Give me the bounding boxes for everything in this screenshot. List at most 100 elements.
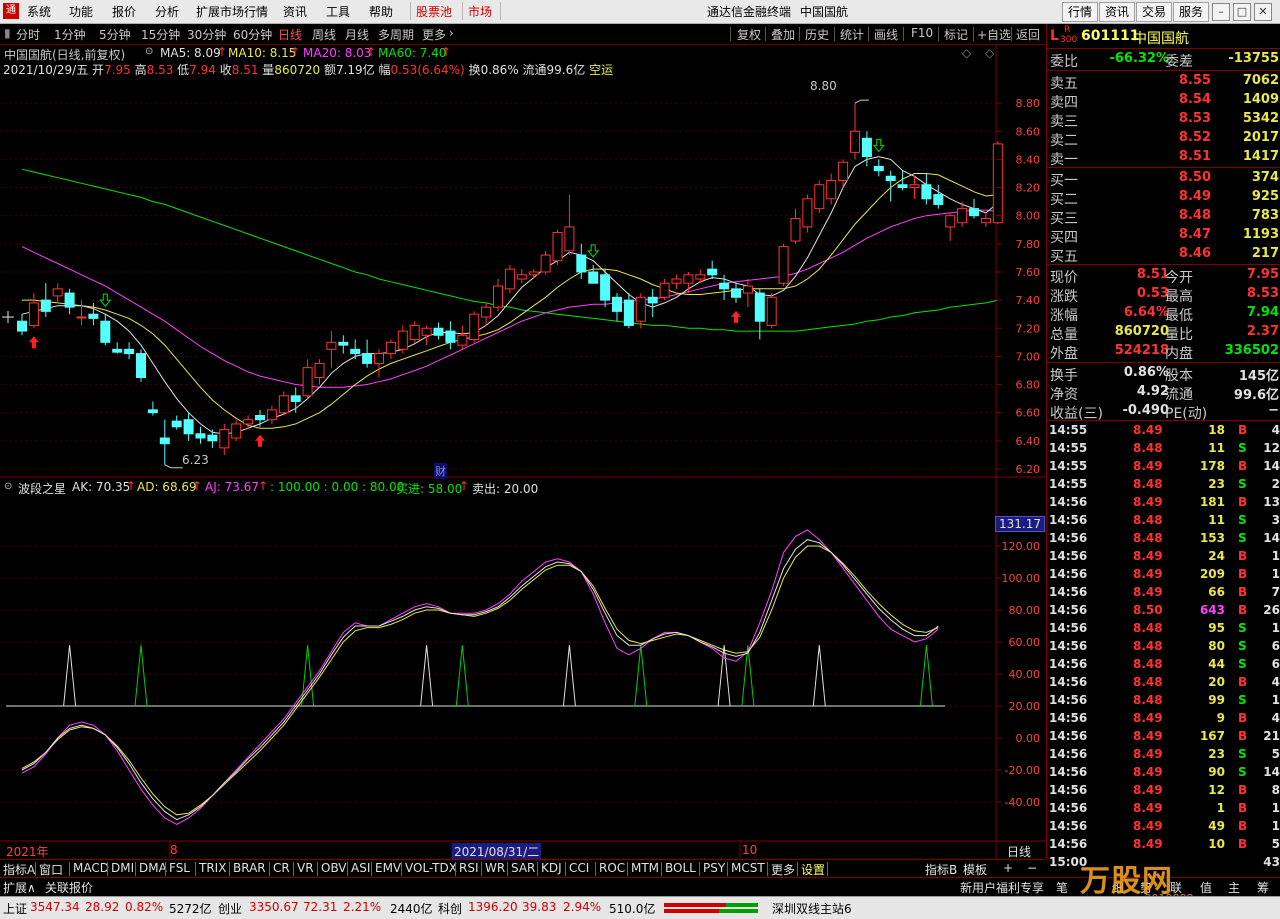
indicator-tab-17[interactable]: KDJ <box>541 861 562 875</box>
period-30min[interactable]: 30分钟 <box>187 26 226 43</box>
indicator-tab-18[interactable]: CCI <box>569 861 589 875</box>
overlay-button[interactable]: 叠加 <box>771 26 795 43</box>
chevron-down-icon[interactable]: ⊙ <box>4 481 12 492</box>
indicator-tab-25[interactable]: 设置 <box>801 861 825 878</box>
period-weekly[interactable]: 周线 <box>312 26 336 43</box>
ask-row[interactable]: 卖一 8.51 1417 <box>1047 148 1280 168</box>
indicator-tab-24[interactable]: 更多 <box>771 861 795 878</box>
menu-analysis[interactable]: 分析 <box>155 3 179 20</box>
cy-index-label[interactable]: 创业 <box>218 900 242 917</box>
price-axis-label: 7.00 <box>1016 350 1041 363</box>
menu-news[interactable]: 资讯 <box>283 3 307 20</box>
chart-mode-icon[interactable]: ▮ <box>4 26 11 40</box>
period-multi[interactable]: 多周期 <box>378 26 414 43</box>
menu-market[interactable]: 市场 <box>468 3 492 20</box>
indicator-tab-6[interactable]: TRIX <box>199 861 226 875</box>
indicator-tab-16[interactable]: SAR <box>511 861 535 875</box>
menu-help[interactable]: 帮助 <box>369 3 393 20</box>
new-user-offer-link[interactable]: 新用户福利专享 <box>960 879 1044 896</box>
indicator-tab-13[interactable]: VOL-TDX <box>405 861 457 875</box>
tab-service[interactable]: 服务 <box>1173 2 1209 22</box>
tab-main[interactable]: 主 <box>1228 879 1240 896</box>
indicator-tab-10[interactable]: OBV <box>321 861 347 875</box>
candlestick <box>885 170 896 202</box>
period-daily[interactable]: 日线 <box>278 26 302 43</box>
indicator-tab-8[interactable]: CR <box>273 861 290 875</box>
maximize-icon[interactable]: □ <box>1233 3 1251 21</box>
bid-row[interactable]: 买四 8.47 1193 <box>1047 226 1280 246</box>
period-5min[interactable]: 5分钟 <box>99 26 131 43</box>
candlestick <box>969 198 979 219</box>
bid-row[interactable]: 买三 8.48 783 <box>1047 207 1280 227</box>
indicator-tab-23[interactable]: MCST <box>731 861 765 875</box>
indicator-tab-22[interactable]: PSY <box>703 861 725 875</box>
add-favorite-button[interactable]: +自选 <box>977 26 1011 43</box>
indicator-tab-14[interactable]: RSI <box>459 861 479 875</box>
ask-row[interactable]: 卖三 8.53 5342 <box>1047 110 1280 130</box>
bid-row[interactable]: 买一 8.50 374 <box>1047 169 1280 189</box>
indicator-tab-5[interactable]: FSL <box>169 861 190 875</box>
indicator-tab-2[interactable]: MACD <box>73 861 109 875</box>
indicator-axis-label: 40.00 <box>1009 668 1041 681</box>
period-intraday[interactable]: 分时 <box>16 26 40 43</box>
indicator-tab-20[interactable]: MTM <box>631 861 659 875</box>
tab-chips[interactable]: 筹 <box>1257 879 1269 896</box>
row-price: 8.47 <box>1178 227 1211 242</box>
chevron-right-icon[interactable]: › <box>449 26 454 40</box>
menu-extended-market[interactable]: 扩展市场行情 <box>196 3 268 20</box>
history-button[interactable]: 历史 <box>805 26 829 43</box>
menu-quote[interactable]: 报价 <box>112 3 136 20</box>
indicator-tab-3[interactable]: DMI <box>111 861 134 875</box>
f10-button[interactable]: F10 <box>911 26 933 40</box>
tab-tick[interactable]: 笔 <box>1056 879 1068 896</box>
ask-row[interactable]: 卖五 8.55 7062 <box>1047 72 1280 92</box>
period-15min[interactable]: 15分钟 <box>141 26 180 43</box>
indicator-tab-4[interactable]: DMA <box>139 861 167 875</box>
tab-trade[interactable]: 交易 <box>1136 2 1172 22</box>
indicator-tab-11[interactable]: ASI <box>351 861 370 875</box>
bid-row[interactable]: 买二 8.49 925 <box>1047 188 1280 208</box>
draw-line-button[interactable]: 画线 <box>874 26 898 43</box>
minimize-icon[interactable]: – <box>1212 3 1230 21</box>
indicator-tab-15[interactable]: WR <box>485 861 505 875</box>
ask-row[interactable]: 卖二 8.52 2017 <box>1047 129 1280 149</box>
candle-body-up <box>302 367 313 397</box>
indicator-tab-9[interactable]: VR <box>297 861 314 875</box>
ma60-line <box>21 168 998 332</box>
kc-index-label[interactable]: 科创 <box>438 900 462 917</box>
server-name[interactable]: 深圳双线主站6 <box>772 900 852 917</box>
bid-row[interactable]: 买五 8.46 217 <box>1047 245 1280 265</box>
tab-news[interactable]: 资讯 <box>1099 2 1135 22</box>
statistics-button[interactable]: 统计 <box>840 26 864 43</box>
indicator-tab-12[interactable]: EMV <box>375 861 401 875</box>
expand-button[interactable]: 扩展∧ <box>3 879 36 896</box>
period-60min[interactable]: 60分钟 <box>233 26 272 43</box>
menu-system[interactable]: 系统 <box>27 3 51 20</box>
sh-index-label[interactable]: 上证 <box>3 900 27 917</box>
indicator-tab-21[interactable]: BOLL <box>665 861 696 875</box>
period-monthly[interactable]: 月线 <box>345 26 369 43</box>
tab-quote[interactable]: 行情 <box>1062 2 1098 22</box>
tick-row: 14:56 8.48 95 S 1 <box>1049 621 1280 635</box>
period-1min[interactable]: 1分钟 <box>54 26 86 43</box>
financial-marker[interactable]: 财 <box>434 463 447 479</box>
indicator-right-3[interactable]: − <box>1027 861 1037 875</box>
related-quote-tab[interactable]: 关联报价 <box>45 879 93 896</box>
indicator-right-2[interactable]: + <box>1003 861 1013 875</box>
indicator-tab-7[interactable]: BRAR <box>233 861 266 875</box>
mark-button[interactable]: 标记 <box>944 26 968 43</box>
indicator-tab-1[interactable]: 窗口 <box>39 861 63 878</box>
close-icon[interactable]: ✕ <box>1254 3 1272 21</box>
ask-row[interactable]: 卖四 8.54 1409 <box>1047 91 1280 111</box>
menu-function[interactable]: 功能 <box>69 3 93 20</box>
indicator-tab-0[interactable]: 指标A <box>3 861 35 878</box>
menu-stock-pool[interactable]: 股票池 <box>416 3 452 20</box>
back-button[interactable]: 返回 <box>1016 26 1040 43</box>
indicator-right-1[interactable]: 模板 <box>963 861 987 878</box>
indicator-right-0[interactable]: 指标B <box>925 861 957 878</box>
period-more[interactable]: 更多 <box>422 26 446 43</box>
menu-tools[interactable]: 工具 <box>326 3 350 20</box>
kline-chart[interactable]: 8.80 8.60 8.40 8.20 8.00 7.80 7.60 7.40 7.20 7.00… <box>0 44 1046 859</box>
indicator-tab-19[interactable]: ROC <box>599 861 625 875</box>
adjust-button[interactable]: 复权 <box>737 26 761 43</box>
